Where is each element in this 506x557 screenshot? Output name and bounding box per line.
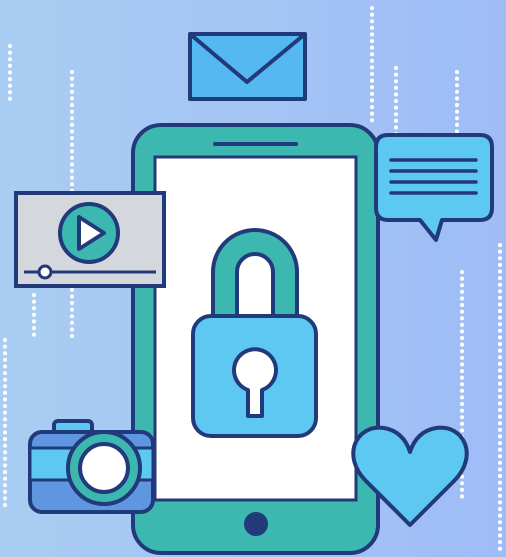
security-illustration	[0, 0, 506, 557]
home-button	[244, 512, 268, 536]
illustration-canvas	[0, 0, 506, 557]
video-player-icon	[14, 191, 166, 288]
progress-handle	[37, 264, 53, 280]
camera-icon	[28, 419, 155, 514]
camera-lens-inner	[78, 442, 130, 494]
mail-icon	[188, 32, 307, 101]
